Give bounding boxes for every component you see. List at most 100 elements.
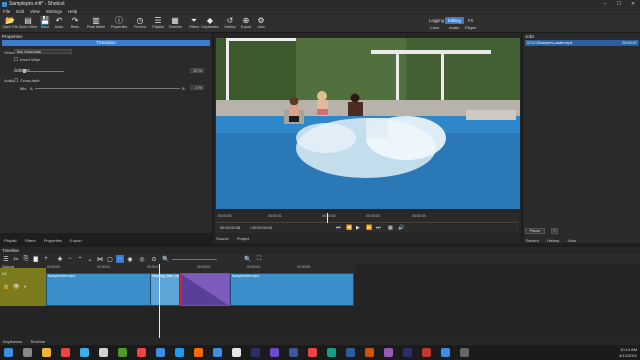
facebook-icon[interactable] <box>289 348 298 357</box>
video-transition-select[interactable]: Bar Horizontal <box>14 49 72 54</box>
menu-view[interactable]: View <box>30 9 40 14</box>
excel-icon[interactable] <box>118 348 127 357</box>
layout-player[interactable]: Player <box>465 25 476 30</box>
lock-icon[interactable]: 🔒 <box>3 284 9 290</box>
timeline-button[interactable]: ▦ Timeline <box>167 16 183 32</box>
transition-clip[interactable] <box>180 273 230 306</box>
undo-button[interactable]: ↶ Undo <box>51 16 67 32</box>
menu-help[interactable]: Help <box>68 9 77 14</box>
acrobat-icon[interactable] <box>308 348 317 357</box>
close-button[interactable]: ✕ <box>626 1 640 7</box>
chrome-icon[interactable] <box>61 348 70 357</box>
tab-properties[interactable]: Properties <box>44 238 62 243</box>
jobs-menu-icon[interactable]: ≡ <box>551 228 558 234</box>
tab-playlist[interactable]: Playlist <box>4 238 17 243</box>
skip-previous-icon[interactable]: ⏮ <box>336 225 341 231</box>
timeline-ruler[interactable]: 00:00:00 00:00:01 00:00:02 00:00:03 00:0… <box>46 264 356 273</box>
timeline-clip[interactable]: Hashtag_fake_mp4 <box>150 273 180 306</box>
rewind-icon[interactable]: ⏪ <box>346 225 352 231</box>
history-button[interactable]: ↺ History <box>222 16 238 32</box>
layout-logging[interactable]: Logging <box>426 17 447 24</box>
tab-keyframes[interactable]: Keyframes <box>3 339 22 344</box>
premiere-icon[interactable] <box>270 348 279 357</box>
ripple-icon[interactable]: ◉ <box>126 255 134 263</box>
firefox-icon[interactable] <box>194 348 203 357</box>
composite-icon[interactable]: ◐ <box>24 284 27 290</box>
cross-fade-checkbox[interactable] <box>14 78 18 82</box>
tab-jobs[interactable]: Jobs <box>567 238 575 243</box>
tab-history[interactable]: History <box>547 238 559 243</box>
player-playhead[interactable] <box>327 213 328 223</box>
ripple-markers-icon[interactable]: ⊙ <box>150 255 158 263</box>
start-icon[interactable] <box>4 348 13 357</box>
peak-meter-button[interactable]: ▥ Peak Meter <box>87 16 105 32</box>
tab-filters[interactable]: Filters <box>25 238 36 243</box>
settings-icon[interactable] <box>99 348 108 357</box>
grid-icon[interactable]: ▦ <box>388 225 393 231</box>
mail-icon[interactable] <box>213 348 222 357</box>
softness-spinbox[interactable]: 20 % <box>190 68 204 73</box>
tab-source[interactable]: Source <box>216 236 229 241</box>
clock[interactable]: 10:12 AM 4/12/2021 <box>619 347 637 358</box>
export-button[interactable]: ⊕ Export <box>238 16 254 32</box>
zoom-slider[interactable] <box>172 259 217 260</box>
menu-edit[interactable]: Edit <box>16 9 24 14</box>
tab-timeline[interactable]: Timeline <box>30 339 45 344</box>
layout-color[interactable]: Color <box>430 25 440 30</box>
outlook-icon[interactable] <box>156 348 165 357</box>
store-icon[interactable] <box>327 348 336 357</box>
zoom-in-icon[interactable]: 🔍 <box>244 255 252 263</box>
split-icon[interactable]: ⋈ <box>96 255 104 263</box>
pause-jobs-button[interactable]: Pause <box>525 228 545 234</box>
layout-audio[interactable]: Audio <box>449 25 459 30</box>
play-icon[interactable]: ▶ <box>356 225 360 231</box>
lift-icon[interactable]: ⌃ <box>76 255 84 263</box>
onenote-icon[interactable] <box>384 348 393 357</box>
skip-next-icon[interactable]: ⏭ <box>376 225 381 231</box>
filters-button[interactable]: ⏷ Filters <box>186 16 202 32</box>
remove-icon[interactable]: − <box>66 255 74 263</box>
mix-slider[interactable] <box>35 88 180 89</box>
youtube-icon[interactable] <box>137 348 146 357</box>
open-file-button[interactable]: 📂 Open File <box>2 16 18 32</box>
recent-button[interactable]: ◷ Recent <box>132 16 148 32</box>
redo-button[interactable]: ↷ Redo <box>67 16 83 32</box>
softness-slider[interactable] <box>14 71 64 72</box>
shotcut-icon[interactable] <box>441 348 450 357</box>
edge-icon[interactable] <box>80 348 89 357</box>
maximize-button[interactable]: ☐ <box>612 1 626 7</box>
tab-project[interactable]: Project <box>237 236 249 241</box>
file-explorer-icon[interactable] <box>42 348 51 357</box>
notepad-icon[interactable] <box>232 348 241 357</box>
paste-icon[interactable]: 📋 <box>32 255 40 263</box>
softness-slider-handle[interactable] <box>22 69 26 73</box>
position-timecode[interactable]: 00:00:02:08 <box>220 226 240 230</box>
scrub-icon[interactable]: ▢ <box>106 255 114 263</box>
fast-forward-icon[interactable]: ⏩ <box>366 225 372 231</box>
zoom-out-icon[interactable]: 🔍 <box>162 255 170 263</box>
hide-icon[interactable]: 👁 <box>13 284 19 290</box>
layout-fx[interactable]: FX <box>465 17 476 24</box>
zoom-fit-icon[interactable]: ⛶ <box>255 255 263 263</box>
explorer-icon[interactable] <box>460 348 469 357</box>
playlist-button[interactable]: ☰ Playlist <box>150 16 166 32</box>
job-row[interactable]: ☑ D:\3Sample\Loader.mp4 00:00:07 <box>525 40 639 46</box>
timeline-playhead[interactable] <box>159 264 160 338</box>
tab-recent[interactable]: Recent <box>526 238 539 243</box>
search-icon[interactable] <box>23 348 32 357</box>
powerpoint-icon[interactable] <box>422 348 431 357</box>
timeline-menu-icon[interactable]: ☰ <box>2 255 10 263</box>
open-other-button[interactable]: ▤ Open Other <box>19 16 38 32</box>
overwrite-icon[interactable]: ⌄ <box>86 255 94 263</box>
invert-wipe-checkbox[interactable] <box>14 57 18 61</box>
photoshop-icon[interactable] <box>403 348 412 357</box>
layout-editing[interactable]: Editing <box>445 17 464 24</box>
v1-track-header[interactable]: V1 🔒 👁 ◐ <box>0 268 46 306</box>
cut-icon[interactable]: ✂ <box>12 255 20 263</box>
keyframes-button[interactable]: ◆ Keyframes <box>201 16 218 32</box>
append-icon[interactable]: + <box>42 255 50 263</box>
minimize-button[interactable]: – <box>598 1 612 7</box>
ripple-all-icon[interactable]: ◎ <box>138 255 146 263</box>
menu-file[interactable]: File <box>3 9 10 14</box>
menu-settings[interactable]: Settings <box>46 9 62 14</box>
